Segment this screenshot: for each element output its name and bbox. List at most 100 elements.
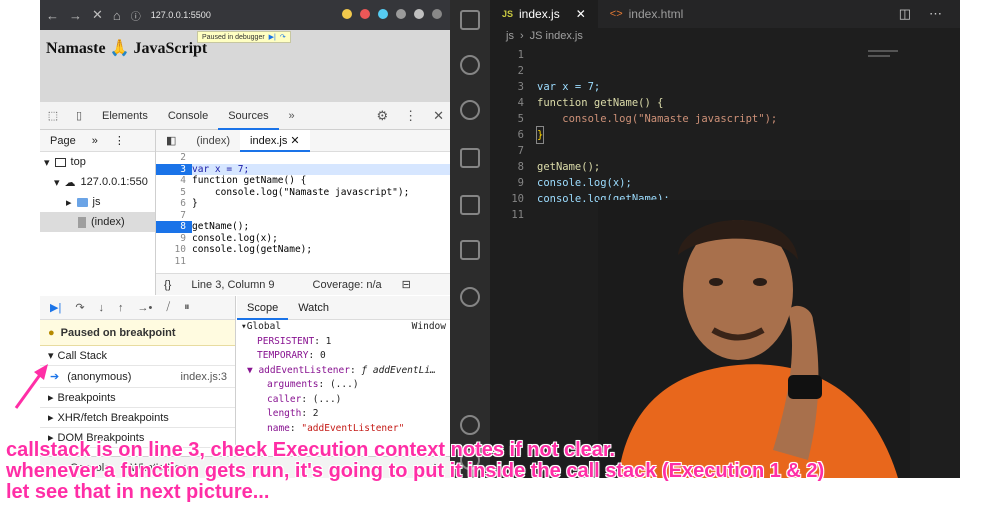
- line-number[interactable]: 3: [156, 163, 192, 175]
- tree-item-index[interactable]: (index): [40, 212, 155, 232]
- resume-icon[interactable]: ▶|: [50, 301, 61, 314]
- code-line[interactable]: 6}: [490, 126, 777, 144]
- git-graph-icon[interactable]: [460, 287, 480, 307]
- home-icon[interactable]: ⌂: [113, 8, 121, 23]
- device-toolbar-icon[interactable]: ▯: [66, 109, 92, 122]
- step-into-icon[interactable]: ↓: [99, 302, 105, 314]
- breadcrumb-item[interactable]: JS index.js: [530, 30, 583, 42]
- tab-index-html[interactable]: <> index.html: [598, 0, 696, 28]
- code-line[interactable]: 8 getName();: [490, 159, 777, 175]
- scope-property[interactable]: length: 2: [237, 407, 450, 422]
- tree-item-js-folder[interactable]: ▸ js: [40, 192, 155, 212]
- scope-property[interactable]: ▼ addEventListener: ƒ addEventLi…: [237, 364, 450, 379]
- explorer-icon[interactable]: [460, 10, 480, 30]
- tree-item-top[interactable]: ▾ top: [40, 152, 155, 172]
- close-tab-icon[interactable]: ✕: [576, 0, 586, 28]
- tab-watch[interactable]: Watch: [288, 296, 339, 320]
- code-line-breakpoint[interactable]: 8 getName();: [156, 221, 450, 233]
- tab-index-js[interactable]: JS index.js ✕: [490, 0, 598, 28]
- account-icon[interactable]: [460, 415, 480, 435]
- info-icon[interactable]: ⓘ: [131, 8, 141, 23]
- section-breakpoints[interactable]: ▸ Breakpoints: [40, 388, 235, 408]
- code-editor[interactable]: 1 2 3 var x = 7; 4 function getName() { 5 …: [490, 47, 777, 223]
- file-tab-index-js[interactable]: index.js ✕: [240, 129, 310, 152]
- line-number[interactable]: 8: [156, 221, 192, 233]
- section-call-stack[interactable]: ▾ Call Stack: [40, 346, 235, 366]
- source-control-icon[interactable]: [460, 100, 480, 120]
- code-line[interactable]: 5 console.log("Namaste javascript");: [156, 187, 450, 199]
- tree-item-host[interactable]: ▾ ☁ 127.0.0.1:550: [40, 172, 155, 192]
- code-line[interactable]: 2: [156, 152, 450, 164]
- tab-sources[interactable]: Sources: [218, 102, 279, 130]
- extension-icon[interactable]: [360, 9, 370, 19]
- close-devtools-icon[interactable]: ✕: [433, 108, 444, 124]
- step-icon[interactable]: →•: [138, 302, 153, 314]
- code-line[interactable]: 7: [156, 210, 450, 222]
- code-line[interactable]: 6}: [156, 198, 450, 210]
- line-number[interactable]: 6: [156, 198, 192, 210]
- line-number[interactable]: 9: [156, 233, 192, 245]
- extension-icon[interactable]: [342, 9, 352, 19]
- more-tabs-icon[interactable]: »: [279, 110, 305, 122]
- code-line[interactable]: 10 console.log(getName);: [156, 244, 450, 256]
- close-tab-icon[interactable]: ✕: [290, 135, 299, 147]
- extension-icon[interactable]: [378, 9, 388, 19]
- line-number[interactable]: 4: [156, 175, 192, 187]
- section-xhr-breakpoints[interactable]: ▸ XHR/fetch Breakpoints: [40, 408, 235, 428]
- resume-icon[interactable]: ▶|: [269, 33, 276, 41]
- scope-property[interactable]: PERSISTENT: 1: [237, 335, 450, 350]
- deactivate-breakpoints-icon[interactable]: ⧸: [166, 301, 170, 314]
- line-number[interactable]: 2: [156, 152, 192, 164]
- code-line[interactable]: 7: [490, 143, 777, 159]
- pretty-print-button[interactable]: {}: [164, 279, 171, 291]
- run-debug-icon[interactable]: [460, 148, 480, 168]
- search-icon[interactable]: [460, 55, 480, 75]
- close-icon[interactable]: ✕: [92, 7, 103, 23]
- pause-on-exceptions-icon[interactable]: ⏸: [184, 301, 190, 314]
- step-over-icon[interactable]: ↷: [75, 301, 84, 314]
- line-number[interactable]: 7: [156, 210, 192, 222]
- code-line[interactable]: 5 console.log("Namaste javascript");: [490, 111, 778, 127]
- code-line[interactable]: 9 console.log(x);: [490, 175, 777, 191]
- step-over-icon[interactable]: ↷: [280, 33, 286, 41]
- extension-icon[interactable]: [432, 9, 442, 19]
- toggle-navigator-icon[interactable]: ◧: [156, 130, 186, 152]
- code-line[interactable]: 9 console.log(x);: [156, 233, 450, 245]
- forward-icon[interactable]: →: [69, 8, 82, 23]
- address-bar[interactable]: 127.0.0.1:5500: [151, 10, 211, 20]
- code-line[interactable]: 2: [490, 63, 777, 79]
- code-line[interactable]: 4 function getName() {: [156, 175, 450, 187]
- line-number[interactable]: 5: [156, 187, 192, 199]
- scope-property[interactable]: name: "addEventListener": [237, 422, 450, 437]
- call-stack-frame[interactable]: ➔ (anonymous) index.js:3: [40, 366, 235, 388]
- step-out-icon[interactable]: ↑: [118, 302, 124, 314]
- line-number[interactable]: 11: [156, 256, 192, 268]
- split-editor-icon[interactable]: ◫: [899, 6, 911, 22]
- inspect-element-icon[interactable]: ⬚: [40, 109, 66, 122]
- coverage-toggle-icon[interactable]: ⊟: [402, 278, 411, 291]
- breadcrumb-item[interactable]: js: [506, 30, 514, 42]
- settings-gear-icon[interactable]: ⚙: [376, 108, 388, 124]
- remote-explorer-icon[interactable]: [460, 195, 480, 215]
- extensions-icon[interactable]: [460, 240, 480, 260]
- tab-console[interactable]: Console: [158, 102, 218, 130]
- code-line[interactable]: 4 function getName() {: [490, 95, 777, 111]
- kebab-menu-icon[interactable]: ⋮: [404, 108, 417, 124]
- scope-global[interactable]: ▾ Global Window: [237, 320, 450, 335]
- code-line-paused[interactable]: 3 var x = 7;: [156, 163, 450, 175]
- line-number[interactable]: 10: [156, 244, 192, 256]
- more-tabs-icon[interactable]: »: [92, 135, 98, 147]
- scope-property[interactable]: TEMPORARY: 0: [237, 349, 450, 364]
- scope-property[interactable]: caller: (...): [237, 393, 450, 408]
- code-line[interactable]: 1: [490, 47, 777, 63]
- tab-elements[interactable]: Elements: [92, 102, 158, 130]
- extension-icon[interactable]: [414, 9, 424, 19]
- navigator-page-tab[interactable]: Page: [50, 135, 76, 147]
- code-line[interactable]: 11: [156, 256, 450, 268]
- scope-property[interactable]: arguments: (...): [237, 378, 450, 393]
- file-tab-index-html[interactable]: (index): [186, 130, 240, 152]
- more-actions-icon[interactable]: ⋯: [929, 6, 942, 22]
- code-line[interactable]: 3 var x = 7;: [490, 79, 777, 95]
- extension-icon[interactable]: [396, 9, 406, 19]
- kebab-menu-icon[interactable]: ⋮: [114, 134, 125, 147]
